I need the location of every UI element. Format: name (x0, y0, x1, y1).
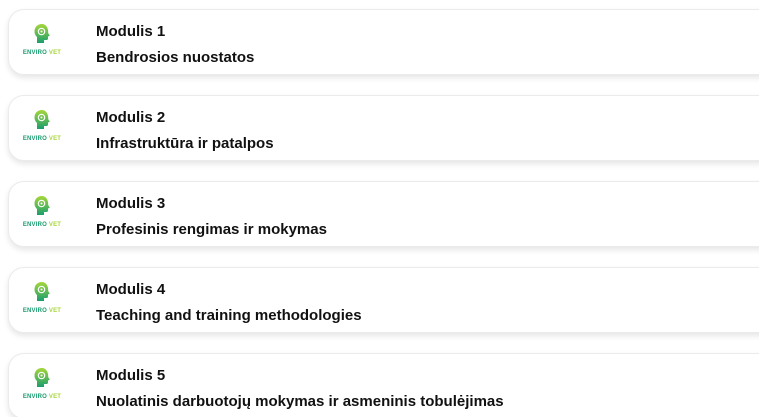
logo-word-enviro: ENVIRO (22, 136, 48, 142)
module-card-4[interactable]: ENVIRO VET Modulis 4 Teaching and traini… (8, 267, 759, 333)
module-list: ENVIRO VET Modulis 1 Bendrosios nuostato… (0, 0, 759, 417)
enviro-vet-logo: ENVIRO VET (12, 109, 72, 151)
module-title: Bendrosios nuostatos (96, 49, 255, 66)
module-title: Teaching and training methodologies (96, 307, 362, 324)
head-with-gears-icon (34, 368, 50, 387)
enviro-vet-logo: ENVIRO VET (12, 23, 72, 65)
logo-word-vet: VET (48, 308, 62, 314)
module-number: Modulis 4 (96, 281, 166, 298)
head-with-gears-icon (34, 110, 50, 129)
module-card-1[interactable]: ENVIRO VET Modulis 1 Bendrosios nuostato… (8, 9, 759, 75)
module-number: Modulis 2 (96, 109, 166, 126)
logo-word-enviro: ENVIRO (22, 222, 48, 228)
module-card-2[interactable]: ENVIRO VET Modulis 2 Infrastruktūra ir p… (8, 95, 759, 161)
module-title: Nuolatinis darbuotojų mokymas ir asmenin… (96, 393, 504, 410)
head-with-gears-icon (34, 282, 50, 301)
module-number: Modulis 3 (96, 195, 166, 212)
module-title: Profesinis rengimas ir mokymas (96, 221, 327, 238)
module-number: Modulis 1 (96, 23, 166, 40)
head-with-gears-icon (34, 196, 50, 215)
module-card-5[interactable]: ENVIRO VET Modulis 5 Nuolatinis darbuoto… (8, 353, 759, 417)
logo-word-enviro: ENVIRO (22, 308, 48, 314)
logo-word-enviro: ENVIRO (22, 394, 48, 400)
logo-word-vet: VET (48, 50, 62, 56)
module-number: Modulis 5 (96, 367, 166, 384)
head-with-gears-icon (34, 24, 50, 43)
enviro-vet-logo: ENVIRO VET (12, 281, 72, 323)
module-card-3[interactable]: ENVIRO VET Modulis 3 Profesinis rengimas… (8, 181, 759, 247)
logo-word-vet: VET (48, 394, 62, 400)
logo-word-vet: VET (48, 222, 62, 228)
enviro-vet-logo: ENVIRO VET (12, 195, 72, 237)
module-title: Infrastruktūra ir patalpos (96, 135, 274, 152)
logo-word-vet: VET (48, 136, 62, 142)
enviro-vet-logo: ENVIRO VET (12, 367, 72, 409)
logo-word-enviro: ENVIRO (22, 50, 48, 56)
